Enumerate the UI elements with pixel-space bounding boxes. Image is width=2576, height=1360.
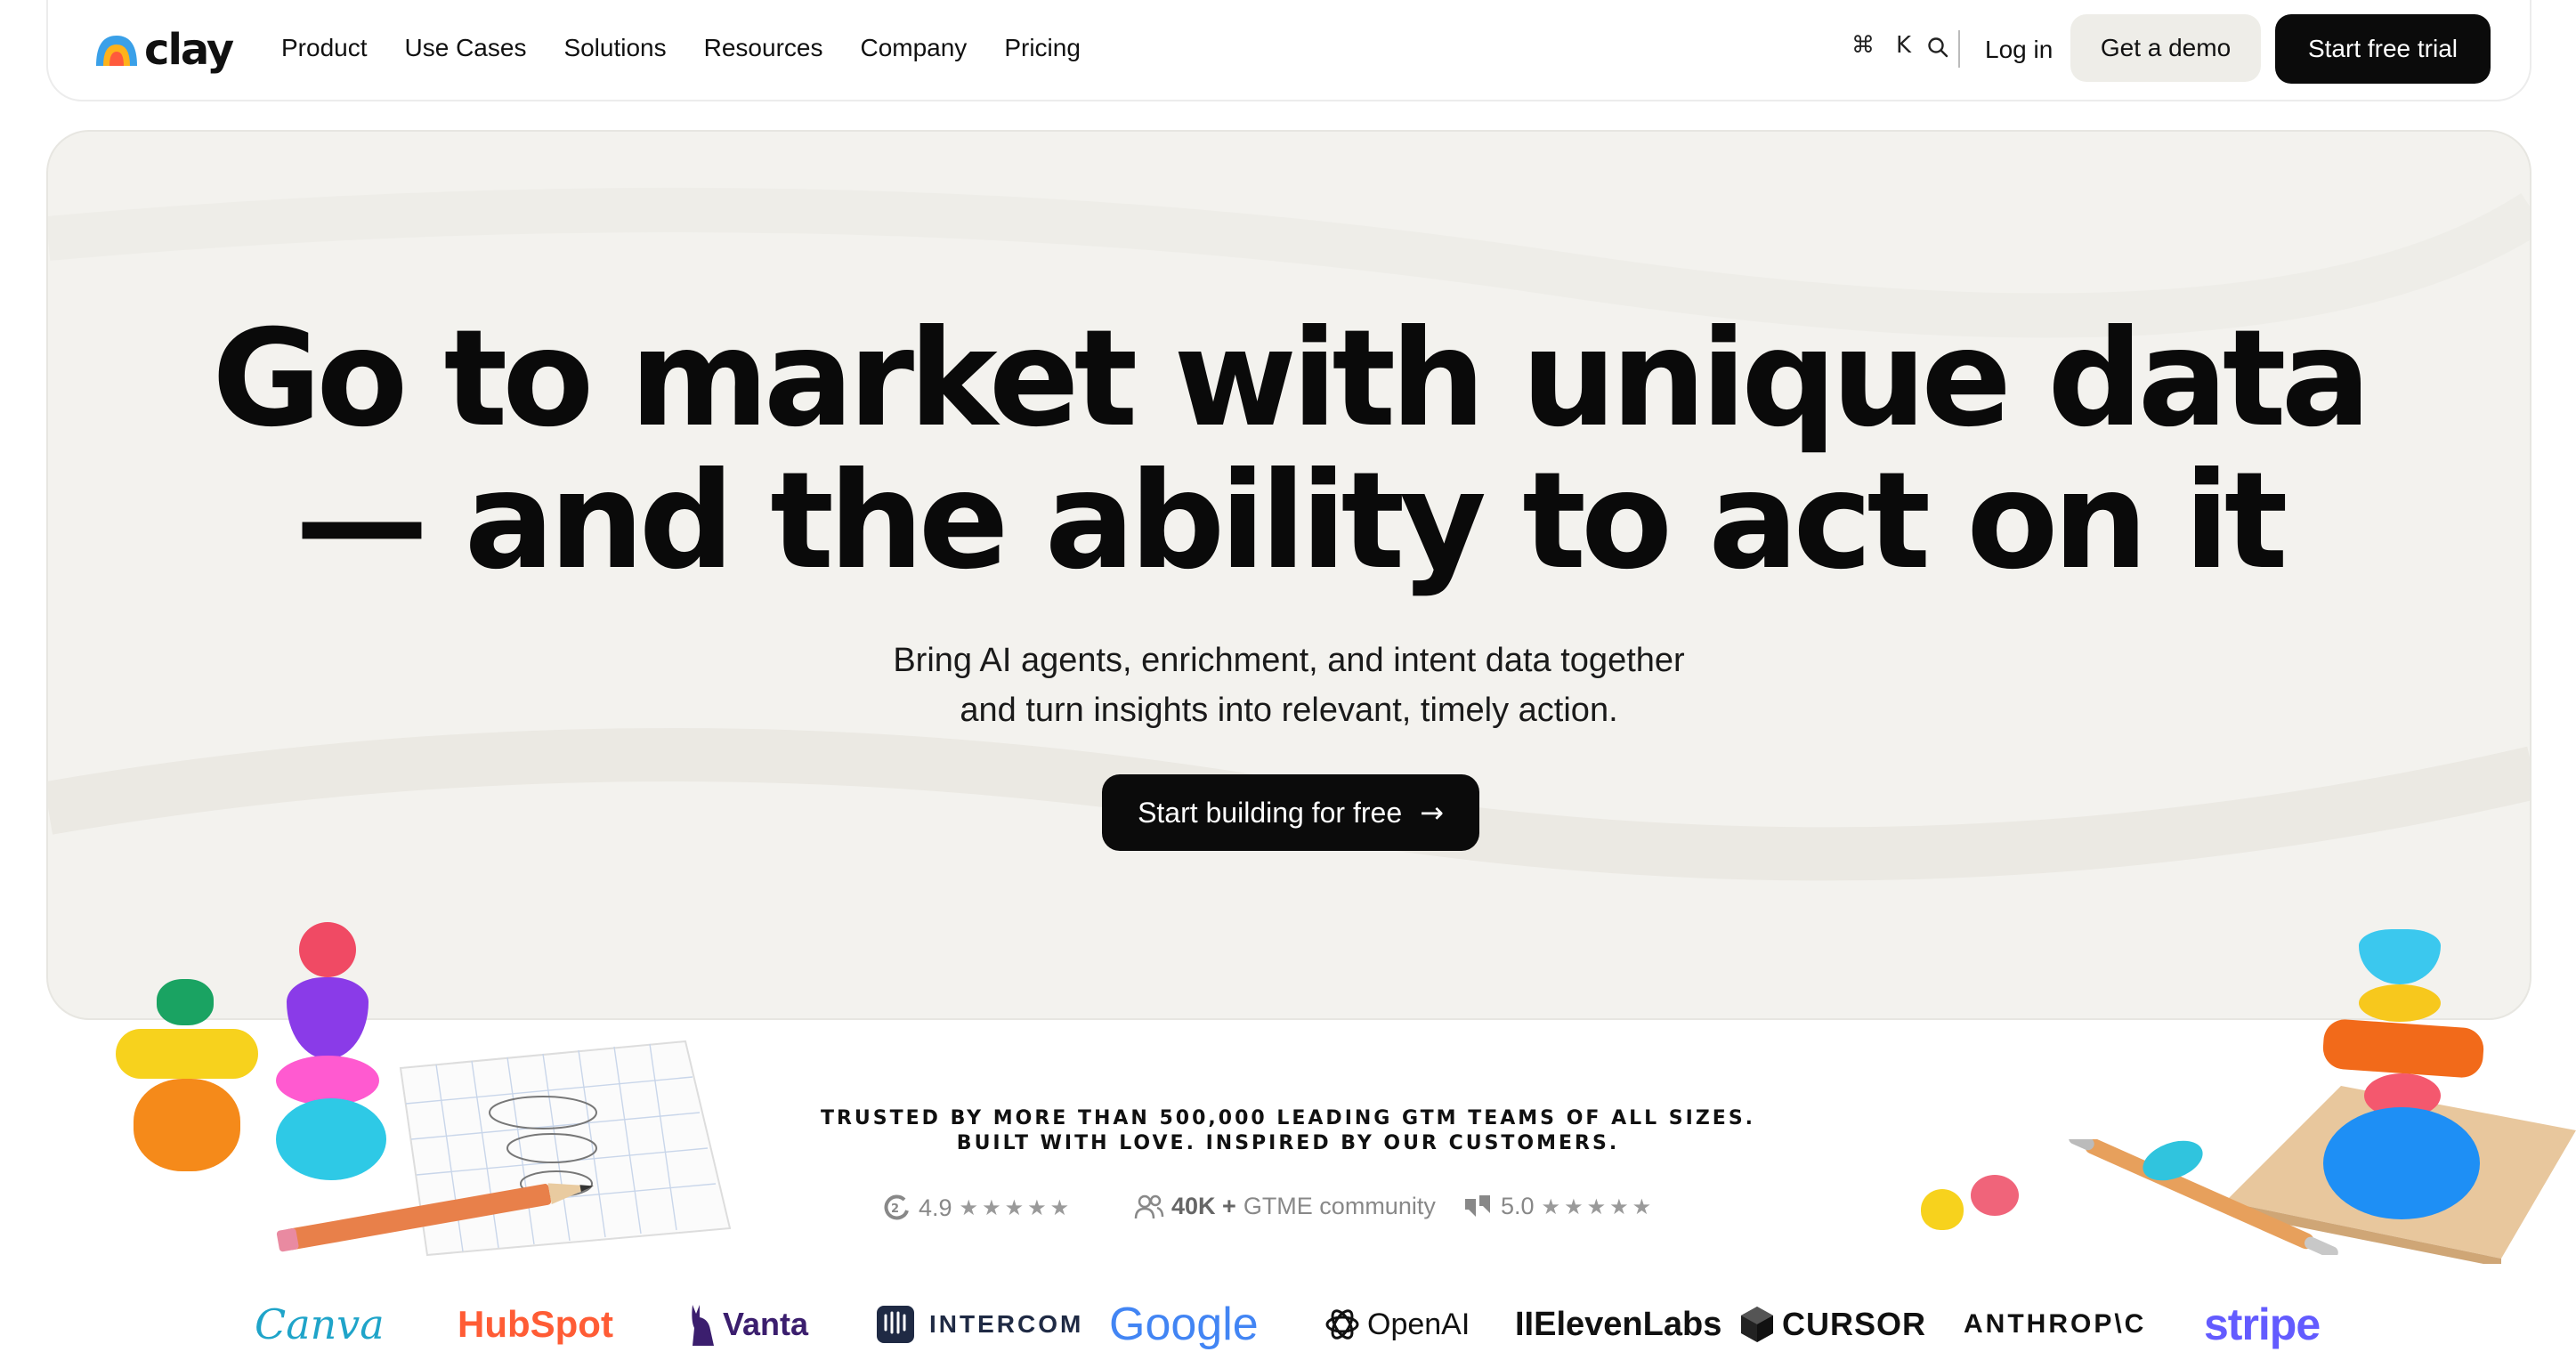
- clay-purple-cone: [287, 977, 369, 1059]
- logo-vanta-group: Vanta: [687, 1298, 808, 1351]
- community-label: GTME community: [1243, 1193, 1436, 1219]
- pencil-icon: [276, 1183, 594, 1252]
- trust-line-2: BUILT WITH LOVE. INSPIRED BY OUR CUSTOME…: [956, 1132, 1620, 1154]
- community-count: 40K +: [1171, 1193, 1236, 1219]
- cta-label: Start building for free: [1138, 796, 1403, 829]
- nav-divider: [1958, 30, 1960, 68]
- g2-rating-value: 4.9: [919, 1194, 952, 1221]
- clay-logo-icon: [96, 36, 137, 66]
- command-key-hint[interactable]: ⌘: [1851, 32, 1875, 59]
- hero-subtitle-line-1: Bring AI agents, enrichment, and intent …: [893, 642, 1685, 679]
- clay-yellow-drop: [1921, 1189, 1964, 1230]
- menu-item-solutions[interactable]: Solutions: [563, 28, 666, 68]
- svg-text:2: 2: [891, 1202, 899, 1216]
- menu-item-company[interactable]: Company: [860, 28, 967, 68]
- review-rating: 5.0 ★★★★★: [1463, 1193, 1655, 1220]
- clay-yellow-block: [116, 1029, 258, 1079]
- logo-anthropic: ANTHROP\C: [1964, 1309, 2147, 1339]
- hero-headline-line-1: Go to market with unique data: [212, 302, 2371, 457]
- logo-intercom-group: INTERCOM: [876, 1298, 1083, 1351]
- hero-subtitle-line-2: and turn insights into relevant, timely …: [960, 692, 1618, 729]
- customer-logos: Canva HubSpot Vanta INTERCOM Google Open…: [0, 1298, 2576, 1351]
- menu-item-pricing[interactable]: Pricing: [1004, 28, 1081, 68]
- logo-openai: OpenAI: [1367, 1307, 1470, 1341]
- hero-headline-line-2: — and the ability to act on it: [295, 444, 2288, 599]
- clay-logo[interactable]: clay: [93, 23, 234, 77]
- community-stat: 40K + GTME community: [1134, 1193, 1436, 1220]
- logo-wordmark: clay: [144, 25, 234, 75]
- intercom-icon: [877, 1306, 914, 1343]
- search-icon[interactable]: [1926, 36, 1949, 59]
- review-rating-value: 5.0: [1501, 1193, 1535, 1219]
- menu-item-product[interactable]: Product: [281, 28, 368, 68]
- get-demo-button[interactable]: Get a demo: [2070, 14, 2261, 82]
- start-building-button[interactable]: Start building for free →: [1102, 774, 1479, 851]
- logo-cursor: CURSOR: [1782, 1306, 1927, 1342]
- logo-elevenlabs: IIElevenLabs: [1515, 1305, 1722, 1343]
- logo-google: Google: [1109, 1299, 1259, 1350]
- logo-openai-group: OpenAI: [1323, 1298, 1470, 1351]
- right-clay-illustration: [1905, 917, 2576, 1264]
- left-clay-illustration: [98, 908, 732, 1264]
- menu-item-resources[interactable]: Resources: [704, 28, 823, 68]
- g2-rating: 2 4.9 ★★★★★: [881, 1193, 1073, 1223]
- clay-cyan-cone: [2359, 929, 2441, 984]
- clay-yellow-disc: [2359, 984, 2441, 1022]
- clay-green-ball: [157, 979, 214, 1025]
- clay-red-ball: [299, 922, 356, 977]
- logo-canva: Canva: [255, 1300, 385, 1348]
- top-navigation: clay Product Use Cases Solutions Resourc…: [46, 0, 2531, 101]
- review-quote-icon: [1465, 1194, 1490, 1217]
- community-icon: [1134, 1194, 1164, 1218]
- arrow-right-icon: →: [1420, 796, 1444, 830]
- trust-line-1: TRUSTED BY MORE THAN 500,000 LEADING GTM…: [820, 1107, 1756, 1129]
- main-menu: Product Use Cases Solutions Resources Co…: [281, 28, 1118, 68]
- cursor-cube-icon: [1741, 1307, 1773, 1342]
- logo-stripe: stripe: [2204, 1299, 2321, 1349]
- review-stars: ★★★★★: [1541, 1194, 1656, 1219]
- logo-intercom: INTERCOM: [929, 1310, 1084, 1338]
- logo-hubspot: HubSpot: [458, 1303, 613, 1345]
- logo-vanta: Vanta: [723, 1306, 809, 1342]
- logo-cursor-group: CURSOR: [1739, 1298, 1926, 1351]
- hero-section: Go to market with unique data — and the …: [46, 130, 2531, 1020]
- vanta-llama-icon: [692, 1305, 714, 1346]
- k-key-hint[interactable]: K: [1896, 32, 1911, 59]
- clay-red-drop: [1971, 1175, 2019, 1216]
- menu-item-use-cases[interactable]: Use Cases: [405, 28, 527, 68]
- start-free-trial-button[interactable]: Start free trial: [2275, 14, 2491, 84]
- login-link[interactable]: Log in: [1985, 30, 2053, 69]
- g2-icon: 2: [884, 1194, 909, 1220]
- openai-icon: [1325, 1309, 1359, 1340]
- g2-stars: ★★★★★: [959, 1195, 1073, 1220]
